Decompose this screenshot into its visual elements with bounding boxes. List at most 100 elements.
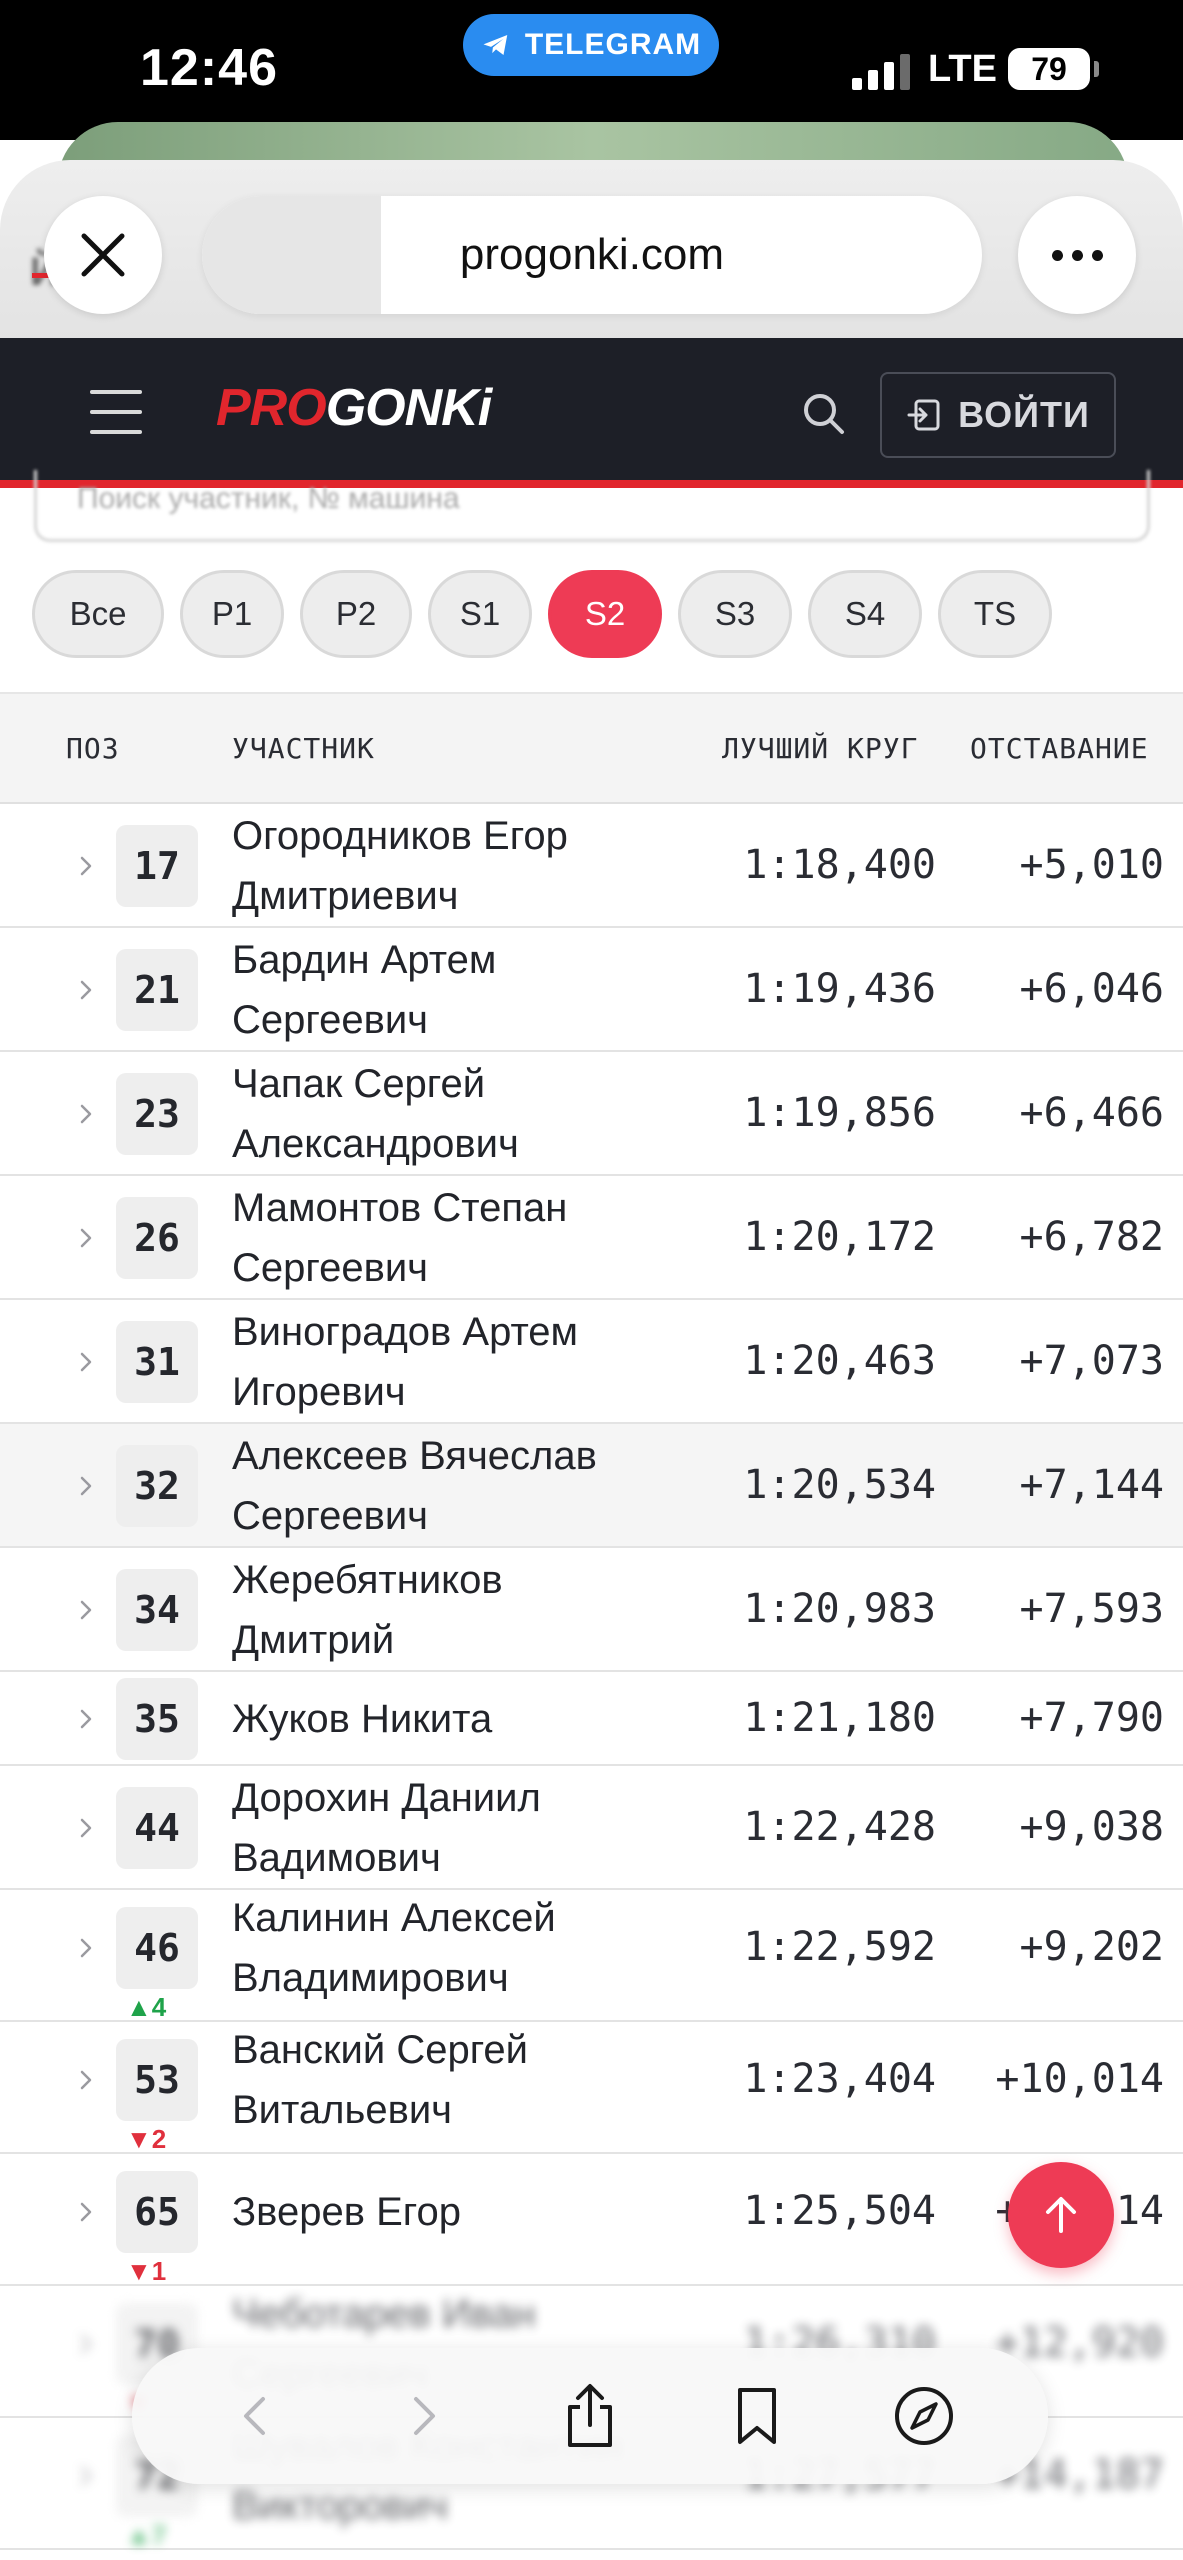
position-badge: 44 (116, 1787, 198, 1869)
hamburger-menu-icon[interactable] (90, 390, 142, 434)
back-button[interactable] (216, 2376, 296, 2456)
gap-to-leader: +9,038 (1019, 1804, 1165, 1850)
participant-name-line: Сергеевич (232, 998, 429, 1042)
participant-name-line: Дмитриевич (232, 874, 459, 918)
filter-chip-ts[interactable]: TS (938, 570, 1052, 658)
table-row[interactable]: 46 ▲4 Калинин Алексей Владимирович 1:22,592 +… (0, 1890, 1183, 2022)
table-row[interactable]: 44 Дорохин Даниил Вадимович 1:22,428 +9,038 (0, 1766, 1183, 1890)
participant-name-line: Чапак Сергей (232, 1062, 486, 1106)
forward-button[interactable] (383, 2376, 463, 2456)
best-lap-time: 1:23,404 (743, 2056, 936, 2102)
network-type: LTE (928, 48, 997, 90)
gap-to-leader: +10,014 (995, 2056, 1164, 2102)
gap-to-leader: +6,466 (1019, 1090, 1165, 1136)
share-button[interactable] (550, 2376, 630, 2456)
chevron-right-icon[interactable] (74, 1707, 98, 1731)
table-row[interactable]: 21 Бардин Артем Сергеевич 1:19,436 +6,046 (0, 928, 1183, 1052)
best-lap-time: 1:20,534 (743, 1462, 936, 1508)
telegram-icon (483, 35, 508, 55)
col-header-gap: ОТСТАВАНИЕ (970, 732, 1149, 765)
participant-name-line: Дорохин Даниил (232, 1776, 541, 1820)
filter-chip-p2[interactable]: P2 (300, 570, 412, 658)
participant-name: Калинин Алексей Владимирович (232, 1888, 672, 2008)
participant-name-line: Огородников Егор (232, 814, 568, 858)
share-icon (567, 2384, 612, 2447)
safari-button[interactable] (884, 2376, 964, 2456)
gap-to-leader: +6,782 (1019, 1214, 1165, 1260)
url-bar[interactable]: progonki.com (202, 196, 982, 314)
participant-name-line: Витальевич (232, 2088, 452, 2132)
chevron-right-icon[interactable] (74, 2332, 98, 2356)
col-header-best-lap: ЛУЧШИЙ КРУГ (722, 732, 919, 765)
table-row[interactable]: 23 Чапак Сергей Александрович 1:19,856 +6,46… (0, 1052, 1183, 1176)
table-row[interactable]: 35 Жуков Никита 1:21,180 +7,790 (0, 1672, 1183, 1766)
close-browser-button[interactable] (44, 196, 162, 314)
participant-name-line: Владимирович (232, 1956, 509, 2000)
table-row[interactable]: 31 Виноградов Артем Игоревич 1:20,463 +7,073 (0, 1300, 1183, 1424)
participant-name-line: Игоревич (232, 1370, 406, 1414)
table-row[interactable]: 32 Алексеев Вячеслав Сергеевич 1:20,534 +7,1… (0, 1424, 1183, 1548)
more-options-button[interactable] (1018, 196, 1136, 314)
participant-name-line: Жеребятников (232, 1558, 503, 1602)
best-lap-time: 1:20,463 (743, 1338, 936, 1384)
close-icon (81, 233, 125, 277)
chevron-right-icon[interactable] (74, 1816, 98, 1840)
chevron-right-icon[interactable] (74, 2464, 98, 2488)
more-icon-dot (1071, 249, 1083, 261)
participant-name-line: Вадимович (232, 1836, 441, 1880)
chevron-right-icon[interactable] (74, 1102, 98, 1126)
participant-name: Жеребятников Дмитрий (232, 1550, 672, 1670)
telegram-pill[interactable]: TELEGRAM (463, 14, 719, 76)
chevron-right-icon[interactable] (74, 1226, 98, 1250)
participant-name-line: Сергеевич (232, 1246, 429, 1290)
filter-chip-s3[interactable]: S3 (678, 570, 792, 658)
chevron-right-icon[interactable] (74, 1474, 98, 1498)
chevron-right-icon[interactable] (74, 1598, 98, 1622)
search-field[interactable]: Поиск участник, № машина (34, 470, 1150, 542)
best-lap-time: 1:18,400 (743, 842, 936, 888)
chevron-right-icon[interactable] (74, 854, 98, 878)
more-icon-dot (1091, 249, 1103, 261)
login-button[interactable]: ВОЙТИ (880, 372, 1116, 458)
gap-to-leader: +7,593 (1019, 1586, 1165, 1632)
bookmarks-button[interactable] (717, 2376, 797, 2456)
table-row[interactable]: 17 Огородников Егор Дмитриевич 1:18,400 +5,0… (0, 804, 1183, 928)
chevron-right-icon[interactable] (74, 2200, 98, 2224)
participant-name-line: Бардин Артем (232, 938, 497, 982)
filter-chip-s1[interactable]: S1 (428, 570, 532, 658)
position-badge: 46 (116, 1907, 198, 1989)
table-row[interactable]: 34 Жеребятников Дмитрий 1:20,983 +7,593 (0, 1548, 1183, 1672)
filter-chip-s4[interactable]: S4 (808, 570, 922, 658)
participant-name: Дорохин Даниил Вадимович (232, 1768, 672, 1888)
filter-chip-s2[interactable]: S2 (548, 570, 662, 658)
chevron-right-icon[interactable] (74, 1350, 98, 1374)
position-badge: 31 (116, 1321, 198, 1403)
participant-name: Ванский Сергей Витальевич (232, 2020, 672, 2140)
table-row[interactable]: 53 ▼2 Ванский Сергей Витальевич 1:23,404 +10,… (0, 2022, 1183, 2154)
gap-to-leader: +7,790 (1019, 1695, 1165, 1741)
table-row[interactable]: 26 Мамонтов Степан Сергеевич 1:20,172 +6,782 (0, 1176, 1183, 1300)
chevron-right-icon[interactable] (74, 978, 98, 1002)
telegram-pill-label: TELEGRAM (524, 28, 702, 61)
participant-name-line: Калинин Алексей (232, 1896, 556, 1940)
best-lap-time: 1:20,983 (743, 1586, 936, 1632)
chevron-right-icon[interactable] (74, 2068, 98, 2092)
filter-chip-все[interactable]: Все (32, 570, 164, 658)
participant-name-line: Дмитрий (232, 1618, 395, 1662)
table-row[interactable]: 65▼1Зверев Егор1:25,504+12,114 (0, 2154, 1183, 2286)
search-icon[interactable] (800, 390, 848, 438)
participant-name: Зверев Егор (232, 2182, 672, 2242)
scroll-to-top-button[interactable] (1008, 2162, 1114, 2268)
position-badge: 21 (116, 949, 198, 1031)
bookmark-icon (738, 2388, 777, 2444)
site-logo[interactable]: PROGONKi (216, 378, 492, 438)
arrow-up-icon (1046, 2197, 1076, 2233)
participant-name: Виноградов Артем Игоревич (232, 1302, 672, 1422)
results-table-body: 17 Огородников Егор Дмитриевич 1:18,400 +5,0… (0, 804, 1183, 2550)
participant-name-line: Александрович (232, 1122, 519, 1166)
chevron-right-icon[interactable] (74, 1936, 98, 1960)
position-badge: 35 (116, 1678, 198, 1760)
position-change: ▼2 (126, 2124, 167, 2154)
participant-name-line: Чеботарев Иван (232, 2292, 536, 2336)
filter-chip-p1[interactable]: P1 (180, 570, 284, 658)
